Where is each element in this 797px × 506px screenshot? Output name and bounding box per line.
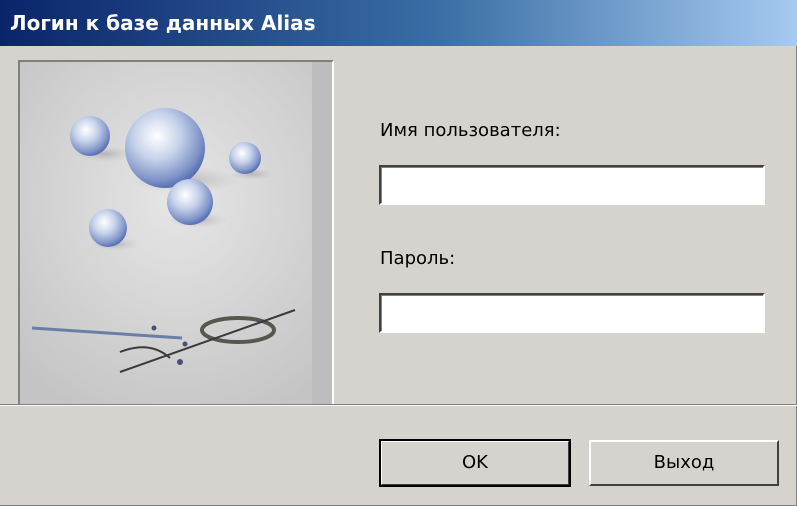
- username-input[interactable]: [379, 165, 765, 205]
- username-label: Имя пользователя:: [380, 120, 561, 141]
- password-input[interactable]: [379, 293, 765, 333]
- login-dialog: Логин к базе данных Alias Имя пользовате…: [0, 0, 797, 506]
- separator: [0, 404, 797, 406]
- password-label: Пароль:: [380, 248, 456, 269]
- decorative-image: [18, 60, 334, 406]
- spheres-illustration: [20, 62, 332, 404]
- title-bar[interactable]: Логин к базе данных Alias: [0, 0, 797, 46]
- window-title: Логин к базе данных Alias: [10, 11, 316, 35]
- exit-button-label: Выход: [653, 452, 715, 473]
- ok-button[interactable]: OK: [380, 440, 570, 486]
- ok-button-label: OK: [462, 452, 488, 473]
- exit-button[interactable]: Выход: [589, 440, 779, 486]
